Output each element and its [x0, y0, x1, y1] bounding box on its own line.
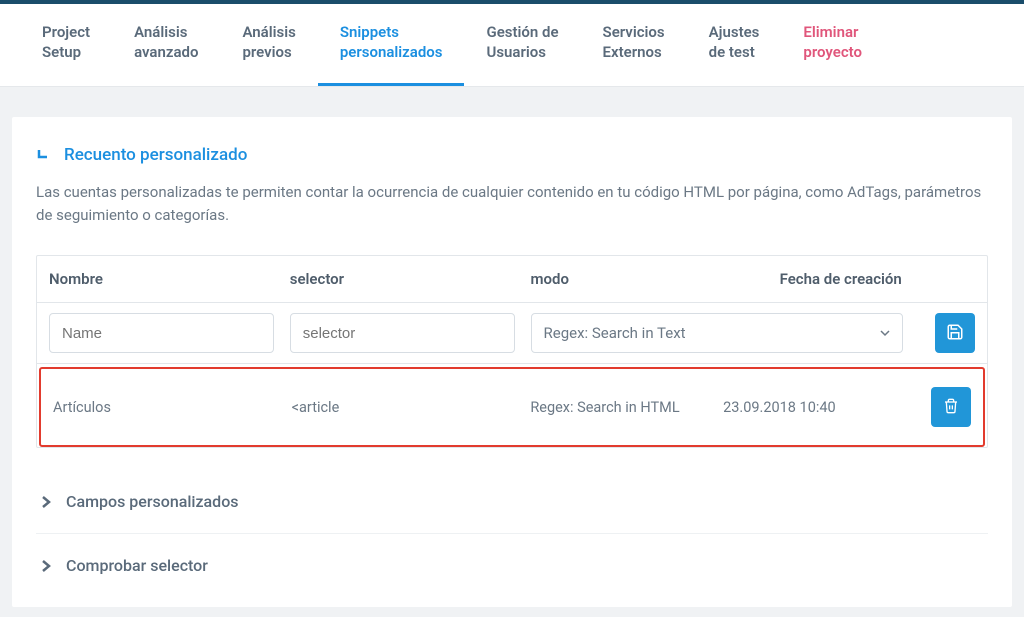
trash-icon — [943, 397, 959, 418]
selector-input[interactable] — [290, 313, 515, 353]
highlighted-row-box: Artículos <article Regex: Search in HTML… — [39, 367, 985, 447]
accordion-label: Comprobar selector — [66, 556, 208, 575]
mode-select-value: Regex: Search in Text — [544, 324, 686, 342]
tab-analisis-previos[interactable]: Análisis previos — [220, 4, 317, 86]
tabs-nav: Project Setup Análisis avanzado Análisis… — [0, 4, 1024, 87]
tab-label-line2: avanzado — [134, 43, 198, 61]
col-header-mode: modo — [531, 270, 763, 288]
tab-label-line2: personalizados — [340, 43, 443, 61]
tab-label-line1: Eliminar — [803, 23, 858, 41]
tab-eliminar-proyecto[interactable]: Eliminar proyecto — [781, 4, 884, 86]
tab-label-line2: de test — [709, 43, 755, 61]
save-icon — [946, 323, 964, 344]
col-header-name: Nombre — [49, 270, 290, 288]
tab-gestion-usuarios[interactable]: Gestión de Usuarios — [464, 4, 580, 86]
accordion-check-selector[interactable]: Comprobar selector — [36, 533, 988, 597]
tab-label-line2: previos — [242, 43, 291, 61]
tab-label-line2: proyecto — [803, 43, 862, 61]
save-button[interactable] — [935, 313, 975, 353]
col-header-selector: selector — [290, 270, 531, 288]
tab-project-setup[interactable]: Project Setup — [20, 4, 112, 86]
delete-button[interactable] — [931, 387, 971, 427]
cell-selector: <article — [292, 399, 531, 416]
section-description: Las cuentas personalizadas te permiten c… — [36, 181, 988, 228]
chevron-right-icon — [40, 495, 52, 509]
page-body: Recuento personalizado Las cuentas perso… — [0, 87, 1024, 617]
tab-label-line1: Snippets — [340, 23, 399, 41]
cell-created: 23.09.2018 10:40 — [723, 399, 916, 416]
cell-mode: Regex: Search in HTML — [530, 399, 723, 416]
section-header[interactable]: Recuento personalizado — [36, 145, 988, 165]
accordion-label: Campos personalizados — [66, 492, 239, 511]
accordion-custom-fields[interactable]: Campos personalizados — [36, 470, 988, 533]
custom-count-table: Nombre selector modo Fecha de creación R… — [36, 255, 988, 448]
tab-ajustes-test[interactable]: Ajustes de test — [687, 4, 782, 86]
table-header: Nombre selector modo Fecha de creación — [37, 256, 987, 303]
table-row: Artículos <article Regex: Search in HTML… — [41, 369, 983, 445]
name-input[interactable] — [49, 313, 274, 353]
tab-label-line1: Ajustes — [709, 23, 760, 41]
tab-analisis-avanzado[interactable]: Análisis avanzado — [112, 4, 220, 86]
tab-label-line1: Análisis — [134, 23, 187, 41]
section-title: Recuento personalizado — [64, 145, 247, 165]
col-header-created: Fecha de creación — [762, 270, 919, 288]
mode-select[interactable]: Regex: Search in Text — [531, 313, 904, 353]
tab-label-line2: Usuarios — [486, 43, 546, 61]
tab-label-line2: Externos — [603, 43, 662, 61]
collapse-icon — [36, 147, 52, 163]
custom-count-card: Recuento personalizado Las cuentas perso… — [12, 117, 1012, 608]
tab-snippets-personalizados[interactable]: Snippets personalizados — [318, 4, 465, 86]
cell-name: Artículos — [53, 399, 292, 416]
tab-servicios-externos[interactable]: Servicios Externos — [581, 4, 687, 86]
tab-label-line1: Análisis — [242, 23, 295, 41]
tab-label-line1: Gestión de — [486, 23, 558, 41]
tab-label-line1: Project — [42, 23, 90, 41]
tab-label-line1: Servicios — [603, 23, 665, 41]
chevron-right-icon — [40, 559, 52, 573]
tab-label-line2: Setup — [42, 43, 81, 61]
table-input-row: Regex: Search in Text — [37, 303, 987, 364]
